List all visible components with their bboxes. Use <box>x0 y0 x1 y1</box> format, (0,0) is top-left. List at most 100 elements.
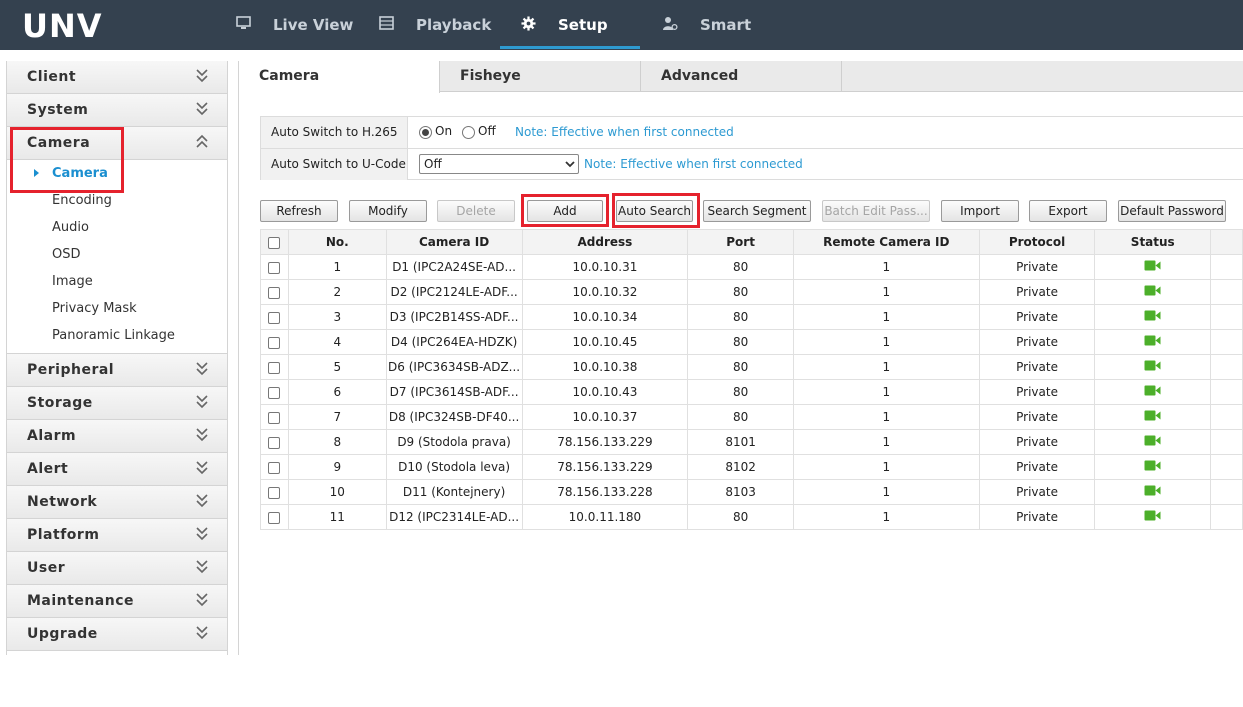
row-checkbox[interactable] <box>268 311 281 324</box>
double-chevron-down-icon <box>195 492 209 511</box>
double-chevron-down-icon <box>195 360 209 379</box>
table-row[interactable]: 10 D11 (Kontejnery) 78.156.133.228 8103 1 Pri… <box>260 479 1243 505</box>
table-cell: D11 (Kontejnery) <box>385 479 523 505</box>
double-chevron-up-icon <box>195 133 209 152</box>
sidebar-item-audio[interactable]: Audio <box>7 214 227 241</box>
status-cell <box>1094 279 1212 305</box>
table-row[interactable]: 4 D4 (IPC264EA-HDZK) 10.0.10.45 80 1 Private <box>260 329 1243 355</box>
sidebar-group-storage[interactable]: Storage <box>7 387 227 420</box>
batch-edit-password-button[interactable]: Batch Edit Pass... <box>822 200 930 222</box>
table-cell: 1 <box>792 479 980 505</box>
table-cell: Private <box>978 429 1096 455</box>
h265-off-radio[interactable] <box>462 126 475 139</box>
camera-table: No. Camera ID Address Port Remote Camera… <box>260 229 1243 530</box>
double-chevron-down-icon <box>195 459 209 478</box>
row-checkbox[interactable] <box>268 436 281 449</box>
export-button[interactable]: Export <box>1029 200 1107 222</box>
sidebar-group-network[interactable]: Network <box>7 486 227 519</box>
double-chevron-down-icon <box>195 426 209 445</box>
column-header: Remote Camera ID <box>792 229 980 255</box>
delete-button[interactable]: Delete <box>437 200 515 222</box>
sidebar-group-alert[interactable]: Alert <box>7 453 227 486</box>
nav-smart[interactable]: Smart <box>662 0 751 50</box>
sidebar-group-client[interactable]: Client <box>7 61 227 94</box>
sidebar-group-platform[interactable]: Platform <box>7 519 227 552</box>
tab-fisheye[interactable]: Fisheye <box>440 61 641 92</box>
table-row[interactable]: 2 D2 (IPC2124LE-ADF... 10.0.10.32 80 1 Privat… <box>260 279 1243 305</box>
tab-camera[interactable]: Camera <box>239 61 440 93</box>
column-header: Port <box>687 229 794 255</box>
row-checkbox[interactable] <box>268 336 281 349</box>
table-cell: 8102 <box>687 454 794 480</box>
sidebar-group-alarm[interactable]: Alarm <box>7 420 227 453</box>
highlight-box-add <box>521 194 609 227</box>
search-segment-button[interactable]: Search Segment <box>703 200 811 222</box>
empty-cell <box>1210 329 1243 355</box>
sidebar-group-label: User <box>27 560 66 576</box>
table-cell: 10.0.10.32 <box>521 279 689 305</box>
tab-label: Advanced <box>661 68 739 84</box>
row-checkbox[interactable] <box>268 261 281 274</box>
table-row[interactable]: 5 D6 (IPC3634SB-ADZ... 10.0.10.38 80 1 Privat… <box>260 354 1243 380</box>
ucode-select-value: Off <box>424 157 442 171</box>
sidebar-group-upgrade[interactable]: Upgrade <box>7 618 227 651</box>
status-cell <box>1094 479 1212 505</box>
select-all-checkbox[interactable] <box>268 236 281 249</box>
table-cell: 6 <box>287 379 387 405</box>
table-row[interactable]: 3 D3 (IPC2B14SS-ADF... 10.0.10.34 80 1 Privat… <box>260 304 1243 330</box>
table-row[interactable]: 6 D7 (IPC3614SB-ADF... 10.0.10.43 80 1 Privat… <box>260 379 1243 405</box>
h265-on-radio[interactable] <box>419 126 432 139</box>
row-checkbox[interactable] <box>268 386 281 399</box>
film-icon <box>379 16 394 34</box>
tab-advanced[interactable]: Advanced <box>641 61 842 92</box>
row-checkbox[interactable] <box>268 361 281 374</box>
table-row[interactable]: 7 D8 (IPC324SB-DF40... 10.0.10.37 80 1 Privat… <box>260 404 1243 430</box>
row-checkbox[interactable] <box>268 411 281 424</box>
double-chevron-down-icon <box>195 558 209 577</box>
modify-button[interactable]: Modify <box>349 200 427 222</box>
sidebar-group-user[interactable]: User <box>7 552 227 585</box>
row-checkbox[interactable] <box>268 486 281 499</box>
table-cell: 1 <box>792 454 980 480</box>
row-select-cell <box>260 254 289 280</box>
empty-cell <box>1210 429 1243 455</box>
table-cell: 1 <box>792 354 980 380</box>
sidebar-group-label: Network <box>27 494 98 510</box>
sidebar-group-peripheral[interactable]: Peripheral <box>7 354 227 387</box>
sidebar-group-system[interactable]: System <box>7 94 227 127</box>
row-select-cell <box>260 454 289 480</box>
camera-online-icon <box>1144 510 1161 524</box>
nav-live-view[interactable]: Live View <box>236 0 353 50</box>
camera-online-icon <box>1144 410 1161 424</box>
column-header: Address <box>521 229 689 255</box>
sidebar-group-label: Alert <box>27 461 69 477</box>
top-navigation-bar: UNV Live View Playback Setup Smart <box>0 0 1243 50</box>
nav-playback[interactable]: Playback <box>379 0 491 50</box>
table-cell: 8103 <box>687 479 794 505</box>
row-checkbox[interactable] <box>268 286 281 299</box>
sidebar-item-image[interactable]: Image <box>7 268 227 295</box>
table-cell: D8 (IPC324SB-DF40... <box>385 404 523 430</box>
refresh-button[interactable]: Refresh <box>260 200 338 222</box>
table-row[interactable]: 8 D9 (Stodola prava) 78.156.133.229 8101 1 Pr… <box>260 429 1243 455</box>
default-password-button[interactable]: Default Password <box>1118 200 1226 222</box>
import-button[interactable]: Import <box>941 200 1019 222</box>
table-cell: D2 (IPC2124LE-ADF... <box>385 279 523 305</box>
sidebar-item-osd[interactable]: OSD <box>7 241 227 268</box>
table-cell: 10 <box>287 479 387 505</box>
row-checkbox[interactable] <box>268 511 281 524</box>
table-row[interactable]: 11 D12 (IPC2314LE-AD... 10.0.11.180 80 1 Priv… <box>260 504 1243 530</box>
nav-playback-label: Playback <box>416 16 492 34</box>
sidebar-item-panoramic-linkage[interactable]: Panoramic Linkage <box>7 322 227 349</box>
table-cell: 80 <box>687 354 794 380</box>
table-row[interactable]: 9 D10 (Stodola leva) 78.156.133.229 8102 1 Pr… <box>260 454 1243 480</box>
table-row[interactable]: 1 D1 (IPC2A24SE-AD... 10.0.10.31 80 1 Private <box>260 254 1243 280</box>
table-cell: D3 (IPC2B14SS-ADF... <box>385 304 523 330</box>
sidebar-group-maintenance[interactable]: Maintenance <box>7 585 227 618</box>
nav-setup[interactable]: Setup <box>521 0 608 50</box>
table-cell: 10.0.10.43 <box>521 379 689 405</box>
row-checkbox[interactable] <box>268 461 281 474</box>
sidebar-item-privacy-mask[interactable]: Privacy Mask <box>7 295 227 322</box>
ucode-select[interactable]: Off <box>419 154 579 174</box>
nav-live-view-label: Live View <box>273 16 354 34</box>
